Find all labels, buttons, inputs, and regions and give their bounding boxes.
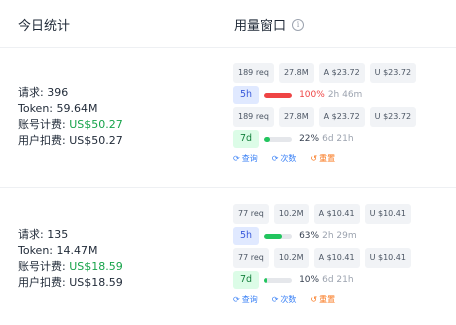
refresh-icon: ⟳ <box>233 153 240 163</box>
tokens-stat: Token: 14.47M <box>18 244 98 257</box>
time-remaining: 2h 46m <box>327 90 363 100</box>
usage-window-5h: 5h 63% 2h 29m <box>233 227 411 245</box>
account-cost-chip: A $10.41 <box>313 248 360 268</box>
requests-chip: 189 req <box>233 63 274 83</box>
usage-column-header: 用量窗口 i <box>234 15 305 34</box>
usage-window-7d: 7d 10% 6d 21h <box>233 271 411 289</box>
window-badge: 7d <box>233 271 260 289</box>
tokens-chip: 10.2M <box>273 204 309 224</box>
usage-window-5h: 5h 100% 2h 46m <box>233 86 416 104</box>
reset-label: 重置 <box>319 294 336 304</box>
time-remaining: 2h 29m <box>322 231 357 241</box>
today-stats: 请求: 396 Token: 59.64M 账号计费: US$50.27 用户扣… <box>18 85 123 149</box>
tokens-chip: 10.2M <box>273 248 309 268</box>
requests-stat: 请求: 135 <box>18 228 69 241</box>
tokens-chip: 27.8M <box>278 107 314 127</box>
account-billing-value: US$50.27 <box>69 118 123 131</box>
user-cost-chip: U $10.41 <box>364 248 411 268</box>
tokens-stat: Token: 59.64M <box>18 102 98 115</box>
account-cost-chip: A $10.41 <box>313 204 360 224</box>
usage-progress-bar <box>264 233 293 239</box>
count-button[interactable]: ⟳ 次数 <box>272 153 297 164</box>
table-row: 请求: 396 Token: 59.64M 账号计费: US$50.27 用户扣… <box>0 48 456 188</box>
count-button[interactable]: ⟳ 次数 <box>272 294 297 305</box>
usage-progress-fill <box>264 277 267 283</box>
query-button[interactable]: ⟳ 查询 <box>233 294 258 305</box>
window-chips: 77 req 10.2M A $10.41 U $10.41 <box>233 248 411 268</box>
user-charge-value: US$50.27 <box>69 134 123 147</box>
requests-chip: 77 req <box>233 248 269 268</box>
info-icon[interactable]: i <box>292 18 305 31</box>
count-label: 次数 <box>280 294 297 304</box>
tokens-chip: 27.8M <box>278 63 314 83</box>
usage-percent: 22% <box>299 134 320 144</box>
usage-progress-bar <box>264 277 293 283</box>
user-charge-stat: 用户扣费: US$50.27 <box>18 133 123 149</box>
usage-window-7d: 7d 22% 6d 21h <box>233 130 416 148</box>
account-billing-stat: 账号计费: US$18.59 <box>18 259 123 275</box>
refresh-icon: ⟳ <box>271 294 279 304</box>
usage-progress-fill <box>264 233 282 239</box>
window-badge: 7d <box>233 130 260 148</box>
window-chips: 77 req 10.2M A $10.41 U $10.41 <box>233 204 411 224</box>
account-billing-value: US$18.59 <box>69 260 123 273</box>
requests-chip: 77 req <box>233 204 269 224</box>
user-cost-chip: U $23.72 <box>369 107 417 127</box>
reset-button[interactable]: ↺ 重置 <box>310 294 335 305</box>
user-charge-label: 用户扣费: <box>18 276 70 289</box>
reset-button[interactable]: ↺ 重置 <box>310 153 335 164</box>
time-remaining: 6d 21h <box>322 134 354 144</box>
time-remaining: 6d 21h <box>322 275 354 285</box>
reset-icon: ↺ <box>310 294 318 304</box>
usage-progress-bar <box>264 92 293 98</box>
account-cost-chip: A $23.72 <box>318 63 365 83</box>
account-billing-label: 账号计费: <box>18 118 70 131</box>
usage-percent: 100% <box>299 90 325 100</box>
account-billing-stat: 账号计费: US$50.27 <box>18 117 123 133</box>
window-badge: 5h <box>233 227 260 245</box>
reset-icon: ↺ <box>310 153 318 163</box>
stats-column-header: 今日统计 <box>18 19 71 34</box>
usage-progress-fill <box>264 136 271 142</box>
usage-column-title: 用量窗口 <box>234 19 287 34</box>
account-billing-label: 账号计费: <box>18 260 70 273</box>
user-charge-stat: 用户扣费: US$18.59 <box>18 275 123 291</box>
usage-percent: 63% <box>299 231 320 241</box>
account-cost-chip: A $23.72 <box>318 107 365 127</box>
requests-stat: 请求: 396 <box>18 86 69 99</box>
count-label: 次数 <box>280 153 297 163</box>
reset-label: 重置 <box>319 153 336 163</box>
row-actions: ⟳ 查询 ⟳ 次数 ↺ 重置 <box>233 292 411 306</box>
refresh-icon: ⟳ <box>271 153 279 163</box>
user-cost-chip: U $23.72 <box>369 63 417 83</box>
query-label: 查询 <box>241 153 258 163</box>
usage-progress-fill <box>264 92 293 98</box>
usage-progress-bar <box>264 136 293 142</box>
today-stats: 请求: 135 Token: 14.47M 账号计费: US$18.59 用户扣… <box>18 227 123 291</box>
user-charge-label: 用户扣费: <box>18 134 70 147</box>
window-chips: 189 req 27.8M A $23.72 U $23.72 <box>233 107 417 127</box>
requests-chip: 189 req <box>233 107 274 127</box>
query-button[interactable]: ⟳ 查询 <box>233 153 258 164</box>
table-row: 请求: 135 Token: 14.47M 账号计费: US$18.59 用户扣… <box>0 189 456 325</box>
window-chips: 189 req 27.8M A $23.72 U $23.72 <box>233 63 417 83</box>
query-label: 查询 <box>241 294 258 304</box>
window-badge: 5h <box>233 86 260 104</box>
table-header: 今日统计 用量窗口 i <box>0 0 456 48</box>
usage-windows: 189 req 27.8M A $23.72 U $23.72 5h 100% … <box>233 63 417 165</box>
usage-percent: 10% <box>299 275 320 285</box>
user-cost-chip: U $10.41 <box>364 204 411 224</box>
refresh-icon: ⟳ <box>233 294 240 304</box>
row-actions: ⟳ 查询 ⟳ 次数 ↺ 重置 <box>233 151 416 165</box>
usage-windows: 77 req 10.2M A $10.41 U $10.41 5h 63% 2h… <box>233 204 411 306</box>
user-charge-value: US$18.59 <box>69 276 123 289</box>
